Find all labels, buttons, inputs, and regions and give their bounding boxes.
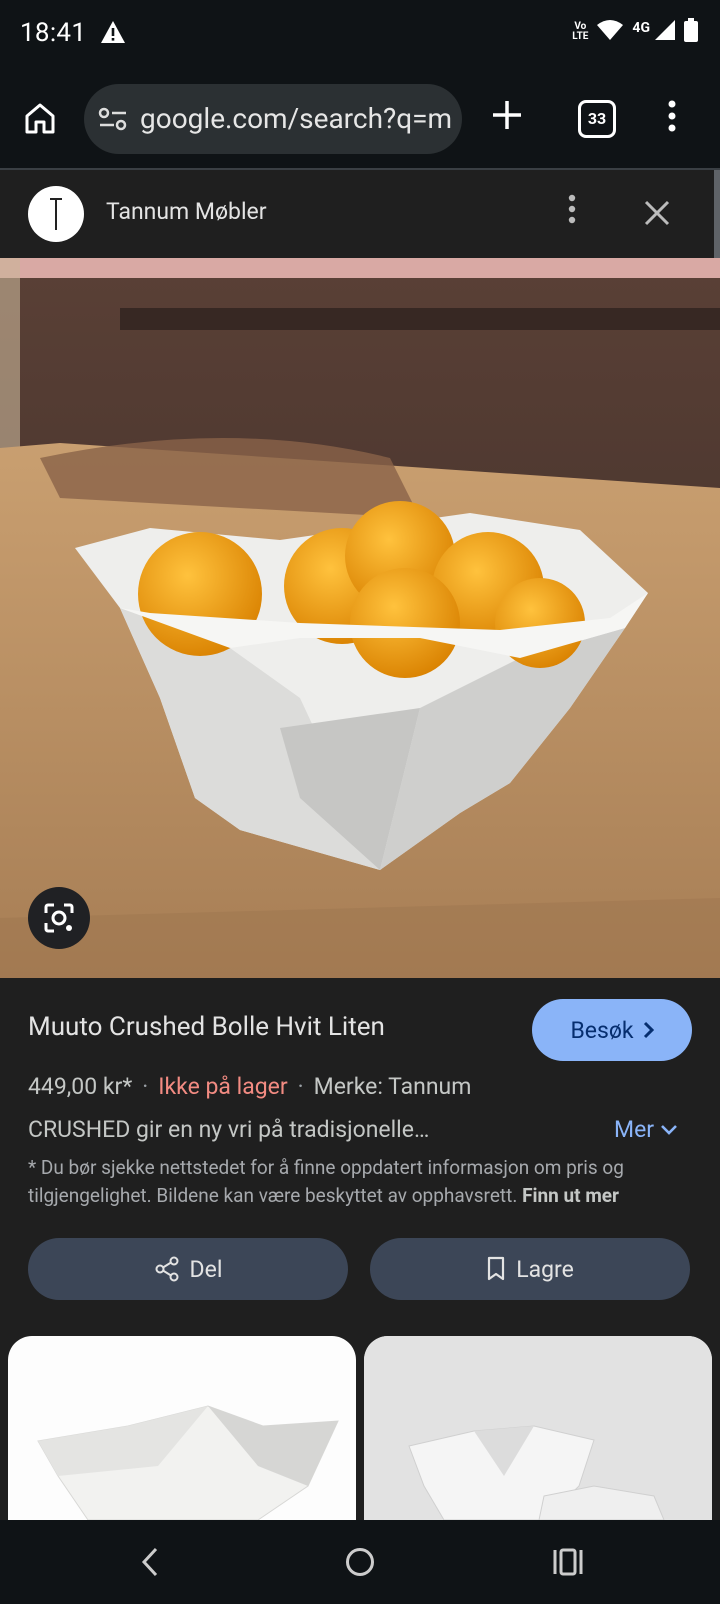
source-logo: [28, 186, 84, 242]
close-icon[interactable]: [642, 198, 672, 232]
battery-icon: [684, 18, 698, 46]
share-icon: [155, 1256, 179, 1282]
save-label: Lagre: [516, 1255, 574, 1283]
home-icon[interactable]: [22, 100, 58, 140]
save-button[interactable]: Lagre: [370, 1238, 690, 1300]
visit-button-label: Besøk: [570, 1016, 634, 1044]
url-text[interactable]: google.com/search?q=m: [140, 102, 452, 135]
volte-icon: Vo LTE: [572, 21, 589, 42]
result-panel-header: Tannum Møbler: [0, 170, 714, 258]
more-button-label: Mer: [614, 1116, 655, 1143]
source-name: Tannum Møbler: [106, 198, 267, 225]
back-icon[interactable]: [140, 1546, 160, 1582]
lens-search-button[interactable]: [28, 887, 90, 949]
brand: Merke: Tannum: [313, 1073, 472, 1100]
bookmark-icon: [488, 1256, 505, 1281]
more-options-icon[interactable]: [568, 194, 576, 228]
clock: 18:41: [20, 18, 87, 48]
chevron-down-icon: [661, 1124, 677, 1135]
address-bar[interactable]: google.com/search?q=m: [84, 84, 462, 154]
home-nav-icon[interactable]: [344, 1546, 376, 1582]
product-meta: 449,00 kr* · Ikke på lager · Merke: Tannum: [28, 1073, 472, 1100]
lens-icon: [44, 903, 74, 933]
network-type: 4G: [632, 20, 650, 36]
product-description: CRUSHED gir en ny vri på tradisjonelle…: [28, 1116, 430, 1143]
tab-switcher-button[interactable]: 33: [578, 100, 616, 138]
wifi-icon: [596, 19, 624, 45]
stock-status: Ikke på lager: [158, 1073, 288, 1100]
share-label: Del: [189, 1255, 223, 1283]
system-nav-bar: [0, 1520, 720, 1604]
status-bar: 18:41 Vo LTE 4G: [0, 0, 720, 72]
visit-button[interactable]: Besøk: [532, 999, 692, 1061]
learn-more-link[interactable]: Finn ut mer: [522, 1184, 619, 1207]
site-settings-icon[interactable]: [98, 106, 128, 136]
share-button[interactable]: Del: [28, 1238, 348, 1300]
new-tab-icon[interactable]: [490, 98, 524, 136]
price: 449,00 kr*: [28, 1073, 133, 1100]
browser-toolbar: google.com/search?q=m 33: [0, 72, 720, 170]
disclaimer: * Du bør sjekke nettstedet for å finne o…: [28, 1154, 698, 1210]
product-image[interactable]: [0, 258, 720, 978]
product-title: Muuto Crushed Bolle Hvit Liten: [28, 1012, 385, 1042]
related-image-1[interactable]: [8, 1336, 356, 1520]
recents-icon[interactable]: [552, 1546, 584, 1582]
warning-icon: [100, 20, 126, 48]
more-button[interactable]: Mer: [614, 1116, 678, 1143]
signal-icon: [654, 19, 676, 45]
chevron-right-icon: [643, 1021, 654, 1039]
overflow-menu-icon[interactable]: [668, 100, 676, 136]
related-image-2[interactable]: [364, 1336, 712, 1520]
